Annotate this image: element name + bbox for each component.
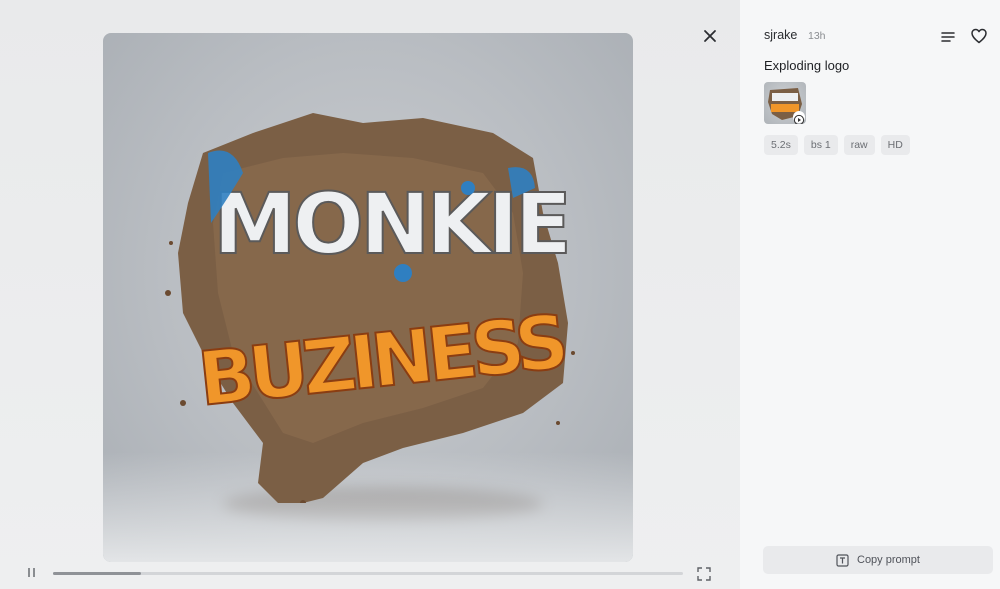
- generated-image[interactable]: MONKIE BUZINESS: [103, 33, 633, 562]
- prompt-title: Exploding logo: [764, 58, 850, 73]
- copy-prompt-button[interactable]: Copy prompt: [763, 546, 993, 574]
- timestamp: 13h: [808, 30, 826, 42]
- details-panel: sjrake 13h Exploding logo 5.2s bs 1 raw …: [740, 0, 1000, 589]
- progress-bar[interactable]: [53, 572, 683, 575]
- favorite-button[interactable]: [970, 27, 988, 45]
- media-viewer: MONKIE BUZINESS: [0, 0, 740, 589]
- username[interactable]: sjrake: [764, 28, 797, 42]
- text-box-icon: [836, 553, 849, 567]
- tag-list: 5.2s bs 1 raw HD: [764, 135, 910, 155]
- fullscreen-button[interactable]: [697, 566, 711, 581]
- video-controls: [0, 560, 740, 589]
- pause-button[interactable]: [26, 567, 38, 581]
- source-thumbnail[interactable]: [764, 82, 806, 124]
- tag-batch: bs 1: [803, 135, 838, 155]
- close-icon: [704, 30, 716, 42]
- menu-lines-icon: [941, 32, 955, 42]
- copy-prompt-label: Copy prompt: [857, 554, 920, 566]
- heart-icon: [971, 28, 987, 44]
- play-badge: [793, 111, 805, 124]
- close-button[interactable]: [700, 26, 720, 46]
- progress-fill: [53, 572, 142, 575]
- tag-duration: 5.2s: [764, 135, 798, 155]
- play-icon: [793, 114, 805, 124]
- tag-raw: raw: [843, 135, 875, 155]
- fullscreen-icon: [697, 567, 711, 581]
- logo-artwork: MONKIE BUZINESS: [165, 113, 575, 503]
- tag-hd: HD: [880, 135, 910, 155]
- menu-button[interactable]: [940, 29, 956, 43]
